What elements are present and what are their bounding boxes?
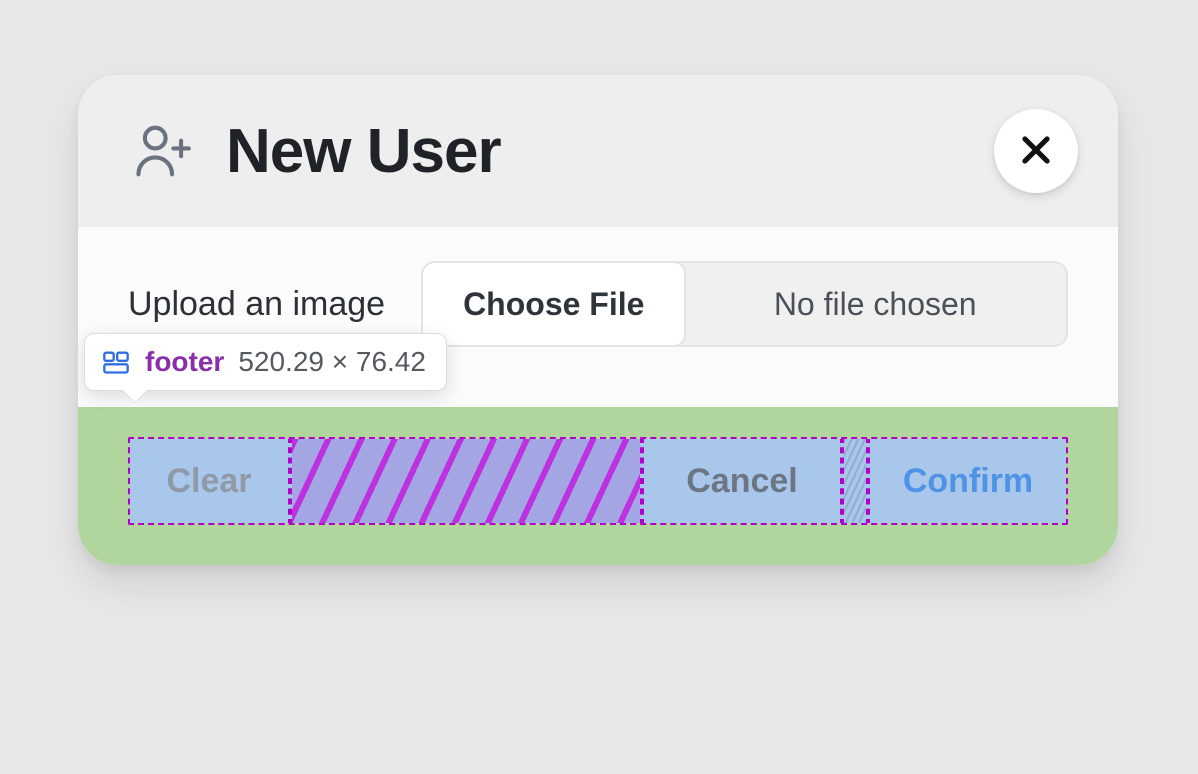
upload-image-label: Upload an image [128,285,385,324]
file-status-text: No file chosen [684,263,1066,345]
choose-file-button[interactable]: Choose File [421,261,686,347]
footer-flex-container: Clear Cancel Confirm [128,437,1068,525]
dialog-title: New User [226,116,501,187]
dialog-header: New User [78,75,1118,227]
tooltip-tag: footer [145,346,224,378]
margin-region [842,437,868,525]
file-input[interactable]: Choose File No file chosen [421,261,1068,347]
clear-button[interactable]: Clear [130,437,290,525]
cancel-button[interactable]: Cancel [642,437,842,525]
new-user-dialog: New User Upload an image Choose File No … [78,75,1118,565]
flex-layout-icon [101,347,131,377]
dialog-footer: footer 520.29 × 76.42 Clear Cancel Confi… [78,407,1118,565]
close-button[interactable] [994,109,1078,193]
devtools-tooltip: footer 520.29 × 76.42 [84,333,447,391]
close-icon [1017,131,1055,172]
flex-gap-region [290,437,642,525]
confirm-button[interactable]: Confirm [868,437,1066,525]
user-plus-icon [128,116,198,186]
tooltip-dimensions: 520.29 × 76.42 [238,346,426,378]
